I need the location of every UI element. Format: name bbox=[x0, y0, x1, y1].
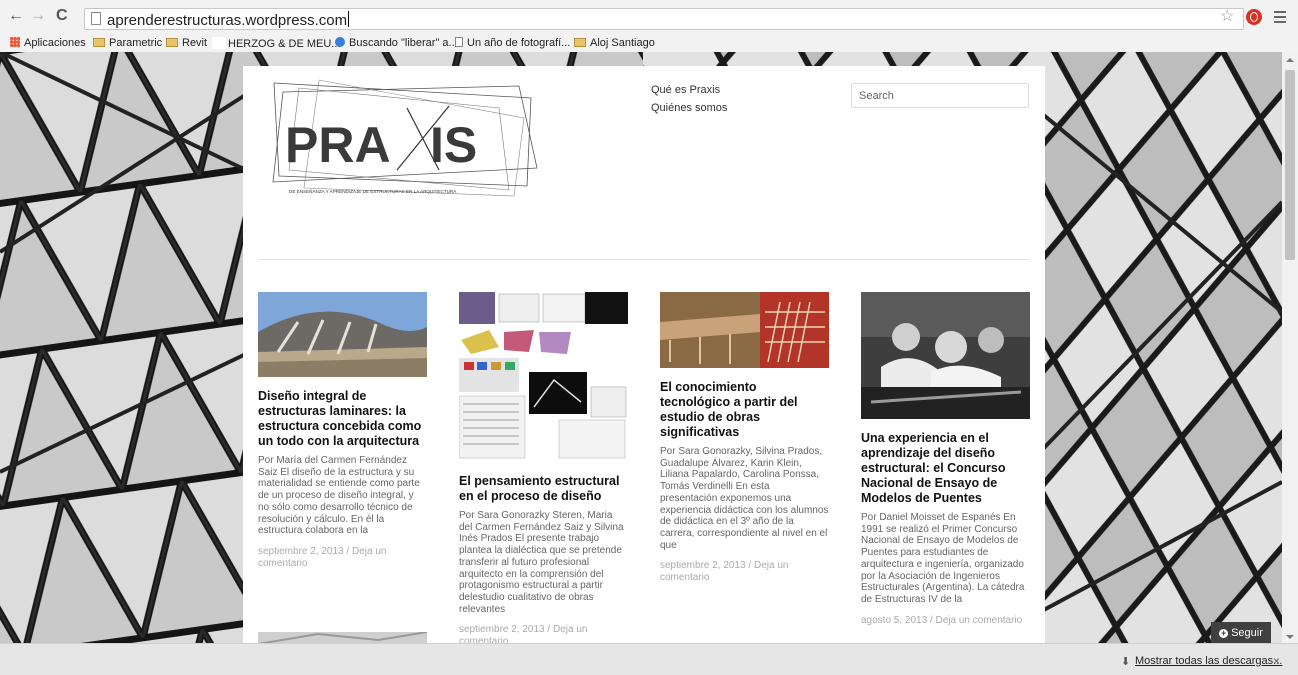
post-card: Una experiencia en el aprendizaje del di… bbox=[861, 292, 1030, 626]
post-title[interactable]: El pensamiento estructural en el proceso… bbox=[459, 474, 628, 504]
post-meta: septiembre 2, 2013 / Deja un comentario bbox=[258, 545, 387, 569]
post-date[interactable]: agosto 5, 2013 bbox=[861, 615, 927, 626]
scrollbar-thumb[interactable] bbox=[1285, 70, 1295, 260]
bookmark-apps[interactable]: Aplicaciones bbox=[10, 37, 86, 49]
svg-text:IS: IS bbox=[430, 117, 477, 173]
scroll-down-icon[interactable] bbox=[1286, 635, 1294, 639]
extension-icon[interactable] bbox=[1246, 9, 1262, 25]
post-title[interactable]: Una experiencia en el aprendizaje del di… bbox=[861, 431, 1030, 506]
post-meta: septiembre 2, 2013 / Deja un comentario bbox=[660, 560, 789, 584]
scroll-up-icon[interactable] bbox=[1286, 58, 1294, 62]
address-bar[interactable]: aprenderestructuras.wordpress.com bbox=[84, 8, 1244, 30]
site-navigation: Qué es Praxis Quiénes somos bbox=[651, 83, 727, 119]
bookmark-fotografia[interactable]: Un año de fotografí... bbox=[455, 37, 570, 49]
bookmark-aloj-santiago[interactable]: Aloj Santiago bbox=[574, 37, 655, 49]
browser-toolbar: ← → C aprenderestructuras.wordpress.com … bbox=[0, 0, 1298, 34]
post-thumbnail[interactable] bbox=[861, 292, 1030, 419]
menu-icon[interactable] bbox=[1274, 11, 1286, 26]
show-all-downloads-link[interactable]: Mostrar todas las descargas... bbox=[1135, 655, 1282, 667]
post-date[interactable]: septiembre 2, 2013 bbox=[660, 560, 746, 571]
post-thumbnail[interactable] bbox=[258, 292, 427, 377]
praxis-logo[interactable]: PRA IS DE ENSEÑANZA Y APRENDIZAJE DE EST… bbox=[269, 78, 539, 203]
svg-text:PRA: PRA bbox=[285, 117, 391, 173]
post-thumbnail-partial[interactable] bbox=[258, 632, 427, 643]
downloads-bar: ⬇ Mostrar todas las descargas... × bbox=[0, 643, 1298, 675]
bookmark-herzog[interactable]: HERZOG & DE MEU... bbox=[212, 37, 340, 50]
nav-link-que-es-praxis[interactable]: Qué es Praxis bbox=[651, 83, 727, 97]
close-icon[interactable]: × bbox=[1273, 654, 1280, 668]
post-title[interactable]: El conocimiento tecnológico a partir del… bbox=[660, 380, 829, 440]
blank-page-icon bbox=[212, 37, 226, 49]
bookmark-revit[interactable]: Revit bbox=[166, 37, 207, 49]
content-column: PRA IS DE ENSEÑANZA Y APRENDIZAJE DE EST… bbox=[243, 66, 1045, 643]
post-date[interactable]: septiembre 2, 2013 bbox=[459, 624, 545, 635]
post-card: El conocimiento tecnológico a partir del… bbox=[660, 292, 829, 584]
bookmark-parametric[interactable]: Parametric bbox=[93, 37, 162, 49]
folder-icon bbox=[166, 38, 178, 47]
post-excerpt: Por María del Carmen Fernández Saiz El d… bbox=[258, 455, 420, 537]
post-date[interactable]: septiembre 2, 2013 bbox=[258, 546, 344, 557]
page-icon bbox=[455, 37, 463, 47]
url-text: aprenderestructuras.wordpress.com bbox=[107, 11, 350, 29]
folder-icon bbox=[93, 38, 105, 47]
reload-button[interactable]: C bbox=[56, 8, 68, 24]
post-meta: agosto 5, 2013 / Deja un comentario bbox=[861, 614, 1023, 626]
post-card: El pensamiento estructural en el proceso… bbox=[459, 292, 628, 643]
post-excerpt: Por Daniel Moisset de Espanés En 1991 se… bbox=[861, 512, 1025, 605]
search-input[interactable]: Search bbox=[851, 83, 1029, 108]
page-viewport: PRA IS DE ENSEÑANZA Y APRENDIZAJE DE EST… bbox=[0, 52, 1282, 643]
bookmark-star-icon[interactable]: ☆ bbox=[1220, 9, 1234, 25]
follow-button[interactable]: + Seguir bbox=[1211, 622, 1271, 644]
post-comment-link[interactable]: Deja un comentario bbox=[936, 615, 1023, 626]
post-meta: septiembre 2, 2013 / Deja un comentario bbox=[459, 624, 628, 643]
post-excerpt: Por Sara Gonorazky, Silvina Prados, Guad… bbox=[660, 446, 829, 551]
forward-button[interactable]: → bbox=[30, 8, 46, 24]
bookmarks-bar: Aplicaciones Parametric Revit HERZOG & D… bbox=[0, 34, 1298, 52]
plus-icon: + bbox=[1219, 628, 1229, 638]
post-excerpt: Por Sara Gonorazky Steren, Maria del Car… bbox=[459, 510, 624, 615]
header-divider bbox=[258, 259, 1030, 260]
post-thumbnail[interactable] bbox=[459, 292, 628, 460]
nav-link-quienes-somos[interactable]: Quiénes somos bbox=[651, 101, 727, 115]
back-button[interactable]: ← bbox=[8, 8, 24, 24]
page-icon bbox=[91, 12, 101, 25]
apps-icon bbox=[10, 37, 20, 47]
post-thumbnail[interactable] bbox=[660, 292, 829, 368]
post-card: Diseño integral de estructuras laminares… bbox=[258, 292, 427, 569]
bookmark-buscando[interactable]: Buscando "liberar" a... bbox=[335, 37, 458, 49]
folder-icon bbox=[574, 38, 586, 47]
globe-icon bbox=[335, 37, 345, 47]
vertical-scrollbar[interactable] bbox=[1282, 52, 1298, 643]
post-title[interactable]: Diseño integral de estructuras laminares… bbox=[258, 389, 427, 449]
logo-subtitle: DE ENSEÑANZA Y APRENDIZAJE DE ESTRUCTURA… bbox=[289, 188, 457, 194]
download-icon: ⬇ bbox=[1121, 656, 1131, 668]
